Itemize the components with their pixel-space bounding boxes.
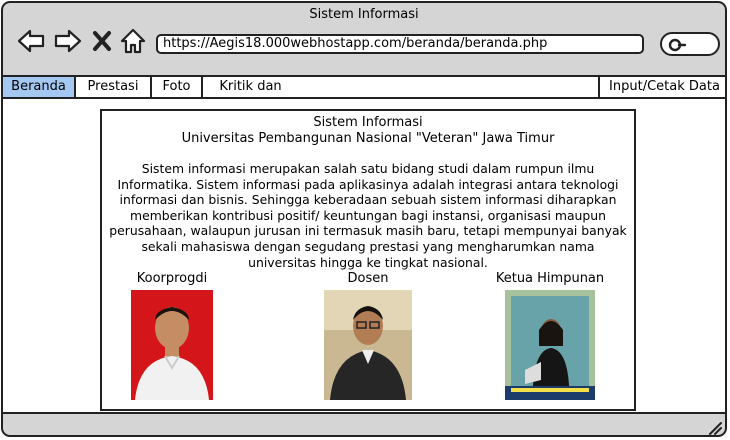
main-content: Sistem Informasi Universitas Pembangunan… xyxy=(3,99,725,414)
search-icon xyxy=(668,38,687,52)
browser-window: Sistem Informasi https://Aegis18.000webh… xyxy=(1,1,727,437)
window-title: Sistem Informasi xyxy=(309,7,419,22)
forward-arrow-icon[interactable] xyxy=(54,27,82,55)
koorprogdi-photo xyxy=(131,290,213,400)
person-koorprogdi: Koorprogdi xyxy=(112,271,232,400)
person-role: Koorprogdi xyxy=(136,271,208,286)
tab-prestasi[interactable]: Prestasi xyxy=(76,77,152,97)
address-bar[interactable]: https://Aegis18.000webhostapp.com/berand… xyxy=(156,34,644,54)
panel-title: Sistem Informasi xyxy=(313,115,423,130)
person-dosen: Dosen xyxy=(308,271,428,400)
tab-kritik-dan-saran[interactable]: Kritik dan Saran xyxy=(203,77,298,114)
ketua-himpunan-photo xyxy=(505,290,595,400)
info-panel: Sistem Informasi Universitas Pembangunan… xyxy=(100,109,636,411)
tab-foto[interactable]: Foto xyxy=(152,77,203,97)
tab-beranda[interactable]: Beranda xyxy=(3,77,76,97)
panel-description: Sistem informasi merupakan salah satu bi… xyxy=(109,161,627,270)
close-x-icon[interactable] xyxy=(91,27,113,55)
search-box[interactable] xyxy=(660,32,720,56)
back-arrow-icon[interactable] xyxy=(17,27,45,55)
panel-subtitle: Universitas Pembangunan Nasional "Vetera… xyxy=(181,131,555,146)
resize-grip-icon[interactable] xyxy=(707,421,723,435)
person-ketua-himpunan: Ketua Himpunan xyxy=(490,271,610,400)
home-icon[interactable] xyxy=(119,27,147,55)
person-role: Ketua Himpunan xyxy=(495,271,605,286)
menu-bar: Beranda Prestasi Foto Kritik dan Saran I… xyxy=(3,75,725,114)
dosen-photo xyxy=(324,290,412,400)
person-role: Dosen xyxy=(347,271,389,286)
tab-input-cetak-data[interactable]: Input/Cetak Data xyxy=(598,77,725,97)
status-bar xyxy=(3,414,725,435)
